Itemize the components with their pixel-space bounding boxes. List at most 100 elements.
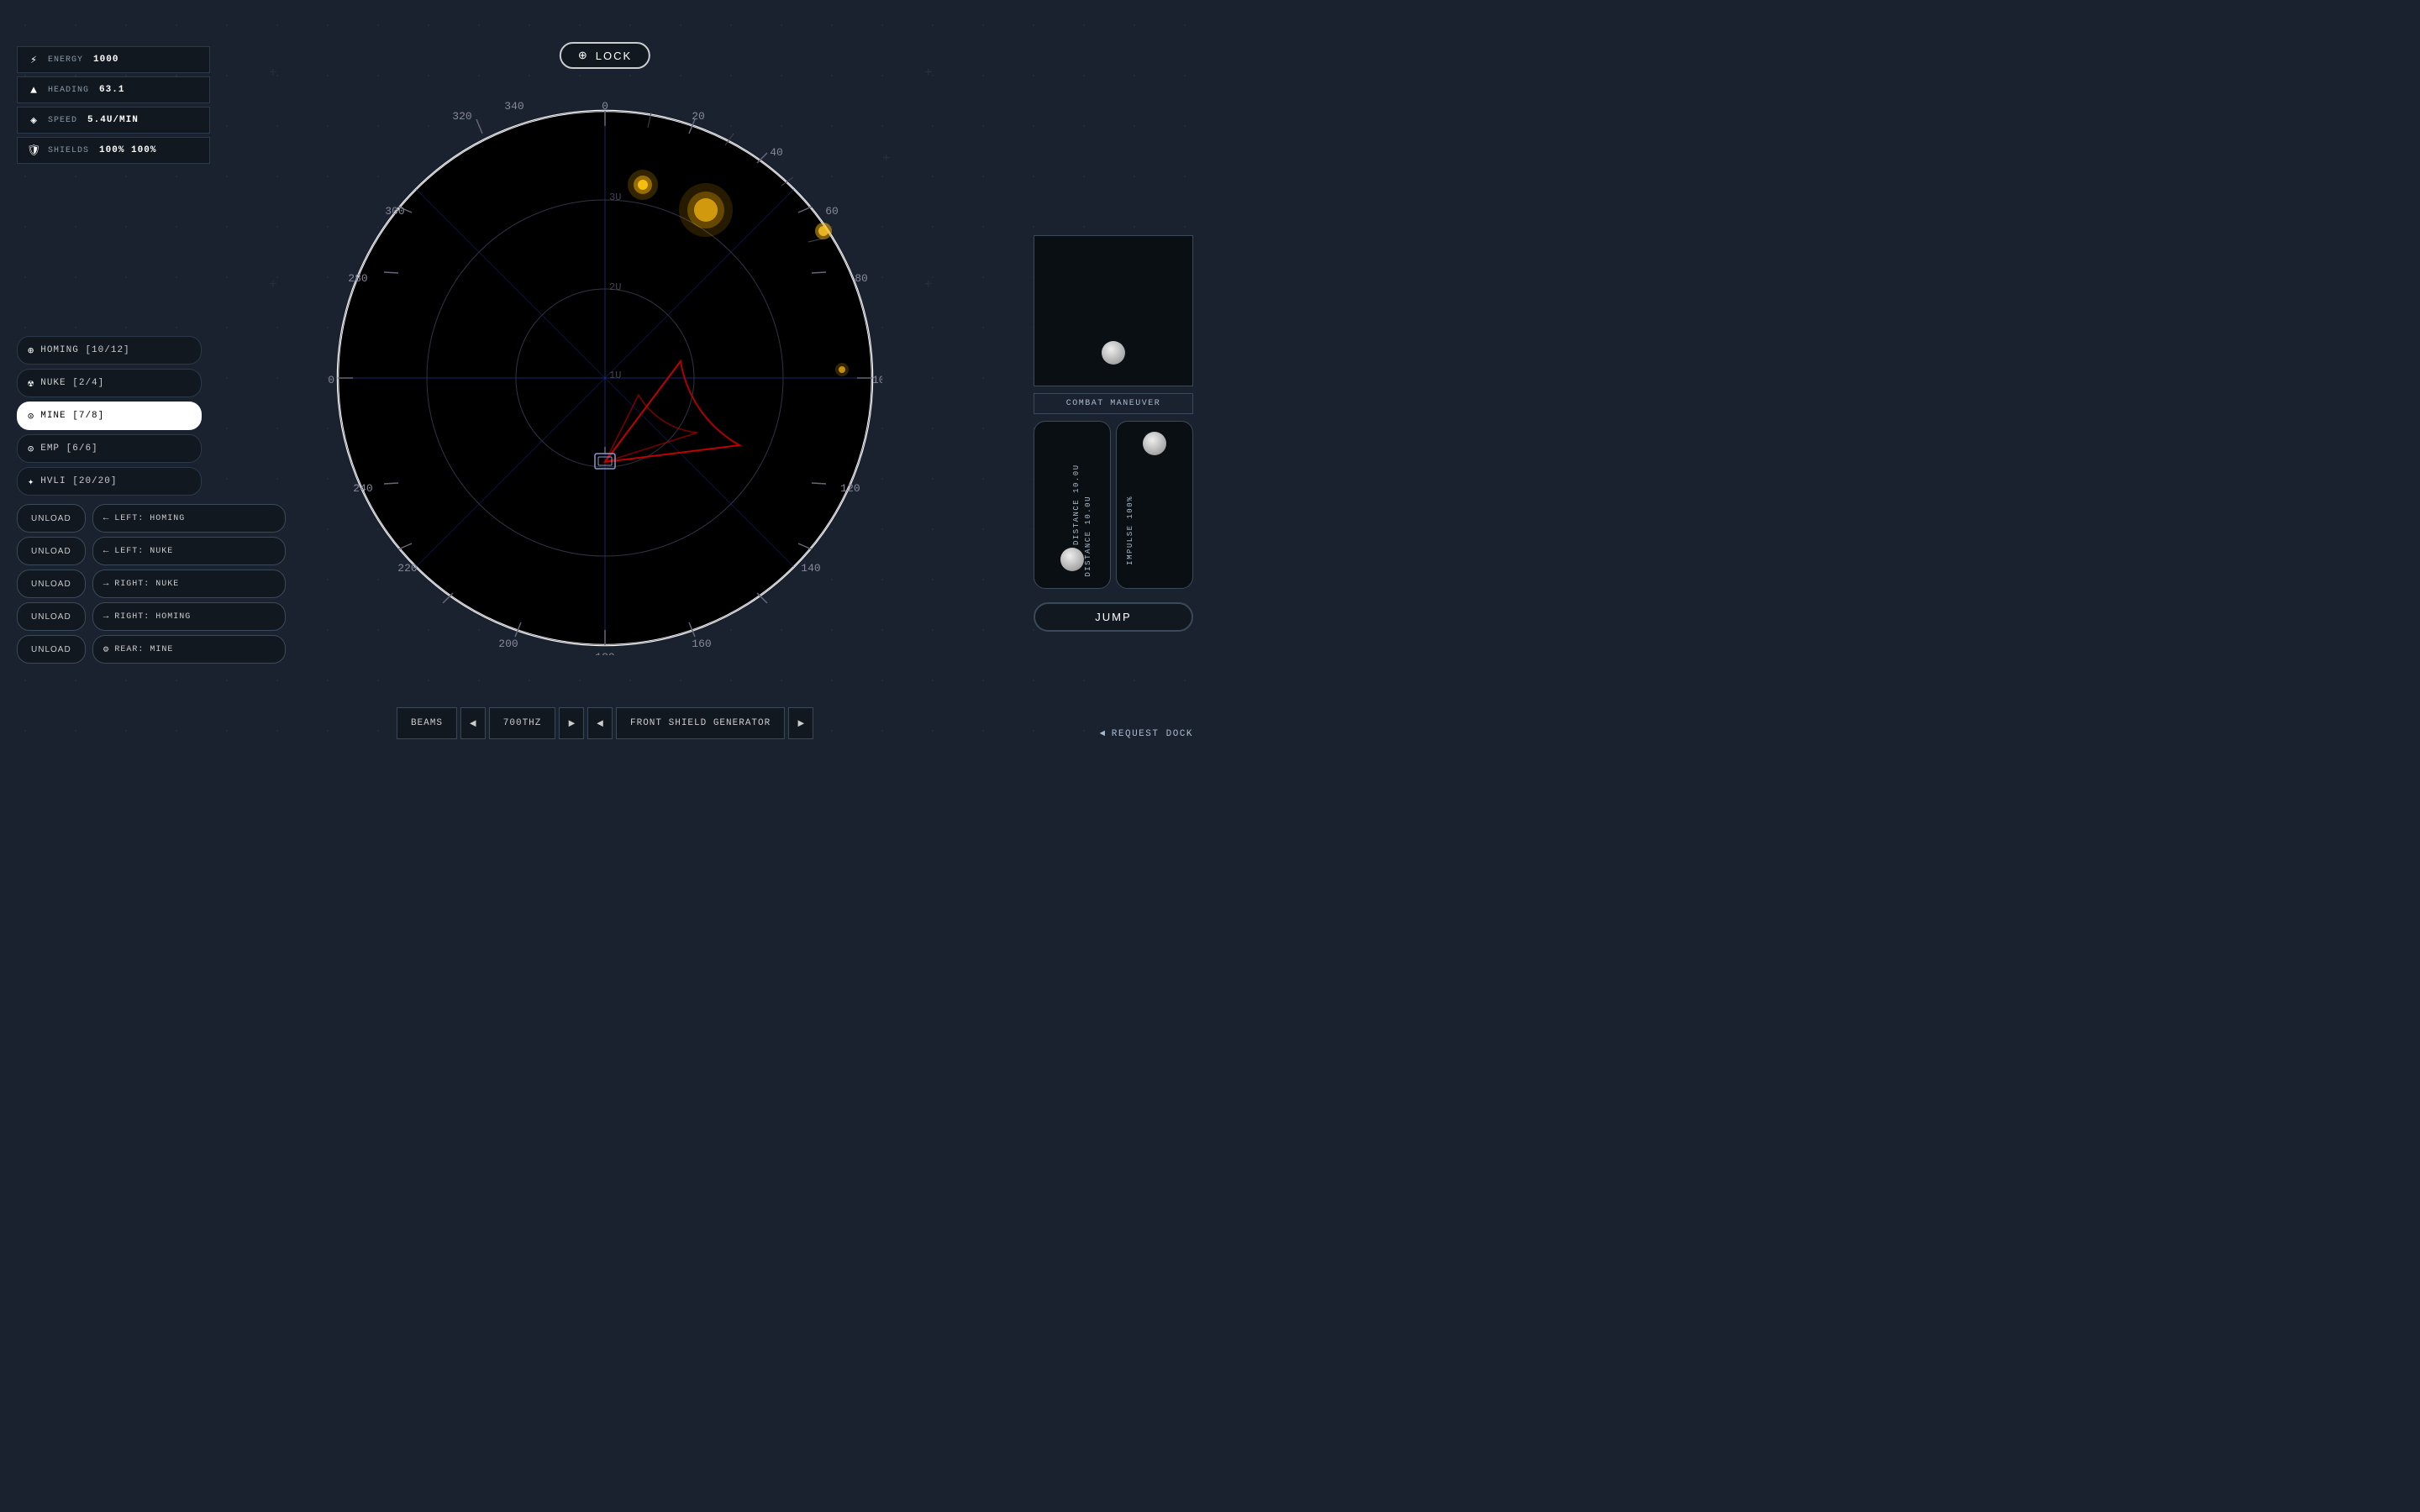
shield-right-arrow[interactable]: ► (788, 707, 813, 739)
weapon-homing[interactable]: ⊕HOMING [10/12] (17, 336, 202, 365)
jump-button[interactable]: JUMP (1034, 602, 1193, 632)
shield-left-arrow[interactable]: ◄ (587, 707, 613, 739)
unload-target-4[interactable]: ⚙ REAR: MINE (92, 635, 286, 664)
lock-button[interactable]: ⊕ LOCK (560, 42, 650, 69)
svg-text:340: 340 (504, 101, 523, 113)
svg-text:240: 240 (353, 482, 372, 495)
lock-icon: ⊕ (578, 49, 589, 62)
svg-text:160: 160 (692, 638, 711, 650)
target-label-2: RIGHT: NUKE (114, 580, 179, 589)
unload-btn-2[interactable]: UNLOAD (17, 570, 86, 598)
unload-row-4: UNLOAD ⚙ REAR: MINE (17, 635, 286, 664)
energy-row: ⚡ ENERGY 1000 (17, 46, 210, 73)
beams-label: BEAMS (397, 707, 457, 739)
bottom-bar: BEAMS ◄ 700THZ ► ◄ FRONT SHIELD GENERATO… (397, 707, 813, 739)
shields-icon: 🛡 (26, 144, 41, 157)
svg-text:260: 260 (328, 374, 334, 386)
energy-value: 1000 (93, 55, 118, 65)
weapon-icon-hvli: ✦ (28, 475, 34, 488)
right-panel: COMBAT MANEUVER DISTANCE 10.0U JUMP (1034, 235, 1193, 632)
impulse-thumb[interactable] (1143, 432, 1166, 455)
speed-value: 5.4U/MIN (87, 115, 139, 125)
arrow-icon-1: ← (103, 546, 110, 556)
unload-btn-1[interactable]: UNLOAD (17, 537, 86, 565)
arrow-icon-2: → (103, 579, 110, 589)
svg-text:140: 140 (801, 562, 820, 575)
weapon-icon-emp: ⊙ (28, 443, 34, 455)
svg-text:3U: 3U (609, 192, 621, 203)
svg-text:280: 280 (348, 272, 367, 285)
weapon-nuke[interactable]: ☢ NUKE [2/4] (17, 369, 202, 397)
unload-row-1: UNLOAD ← LEFT: NUKE (17, 537, 286, 565)
distance-label-text: DISTANCE 10.0U (1084, 496, 1092, 577)
target-label-0: LEFT: HOMING (114, 514, 185, 523)
heading-icon: ▲ (26, 84, 41, 97)
distance-slider[interactable]: DISTANCE 10.0U (1034, 421, 1111, 589)
svg-text:320: 320 (452, 110, 471, 123)
unload-panel: UNLOAD ← LEFT: HOMING UNLOAD ← LEFT: NUK… (17, 504, 286, 664)
heading-value: 63.1 (99, 85, 124, 95)
speed-row: ◈ SPEED 5.4U/MIN (17, 107, 210, 134)
combat-display (1034, 235, 1193, 386)
shield-label: FRONT SHIELD GENERATOR (616, 707, 785, 739)
svg-text:120: 120 (840, 482, 860, 495)
target-label-1: LEFT: NUKE (114, 547, 173, 556)
impulse-label-text: IMPULSE 100% (1126, 496, 1134, 565)
heading-label: HEADING (48, 86, 89, 95)
arrow-icon-3: → (103, 612, 110, 622)
svg-text:20: 20 (692, 110, 705, 123)
heading-row: ▲ HEADING 63.1 (17, 76, 210, 103)
unload-btn-0[interactable]: UNLOAD (17, 504, 86, 533)
weapon-mine[interactable]: ⊙ MINE [7/8] (17, 402, 202, 430)
weapon-label-emp: EMP [6/6] (40, 444, 97, 454)
weapon-hvli[interactable]: ✦HVLI [20/20] (17, 467, 202, 496)
svg-text:200: 200 (498, 638, 518, 650)
stats-panel: ⚡ ENERGY 1000 ▲ HEADING 63.1 ◈ SPEED 5.4… (17, 46, 210, 164)
beams-right-arrow[interactable]: ► (559, 707, 584, 739)
svg-text:40: 40 (770, 146, 783, 159)
combat-maneuver-label: COMBAT MANEUVER (1034, 393, 1193, 414)
svg-text:220: 220 (397, 562, 417, 575)
unload-row-0: UNLOAD ← LEFT: HOMING (17, 504, 286, 533)
unload-target-0[interactable]: ← LEFT: HOMING (92, 504, 286, 533)
svg-text:60: 60 (825, 205, 839, 218)
energy-icon: ⚡ (26, 54, 41, 66)
svg-text:80: 80 (855, 272, 868, 285)
unload-target-1[interactable]: ← LEFT: NUKE (92, 537, 286, 565)
energy-label: ENERGY (48, 55, 83, 65)
weapon-icon-mine: ⊙ (28, 410, 34, 423)
arrow-icon-4: ⚙ (103, 643, 110, 655)
weapon-icon-nuke: ☢ (28, 377, 34, 390)
unload-btn-4[interactable]: UNLOAD (17, 635, 86, 664)
radar-container: 0 20 40 60 80 100 120 140 160 180 200 22… (328, 101, 882, 655)
weapon-icon-homing: ⊕ (28, 344, 34, 357)
speed-icon: ◈ (26, 114, 41, 127)
speed-label: SPEED (48, 116, 77, 125)
svg-text:1U: 1U (609, 370, 621, 381)
svg-text:0: 0 (602, 101, 608, 113)
unload-btn-3[interactable]: UNLOAD (17, 602, 86, 631)
shields-label: SHIELDS (48, 146, 89, 155)
sliders-container: DISTANCE 10.0U (1034, 421, 1193, 589)
unload-row-3: UNLOAD → RIGHT: HOMING (17, 602, 286, 631)
request-dock-label: REQUEST DOCK (1112, 729, 1193, 739)
request-dock-button[interactable]: ◄ REQUEST DOCK (1100, 729, 1193, 739)
target-label-3: RIGHT: HOMING (114, 612, 191, 622)
shields-row: 🛡 SHIELDS 100% 100% (17, 137, 210, 164)
unload-target-3[interactable]: → RIGHT: HOMING (92, 602, 286, 631)
request-dock-icon: ◄ (1100, 729, 1107, 739)
svg-text:2U: 2U (609, 281, 621, 293)
weapon-emp[interactable]: ⊙ EMP [6/6] (17, 434, 202, 463)
weapons-panel: ⊕HOMING [10/12] ☢ NUKE [2/4] ⊙ MINE [7/8] ⊙ EM… (17, 336, 202, 496)
unload-target-2[interactable]: → RIGHT: NUKE (92, 570, 286, 598)
beams-left-arrow[interactable]: ◄ (460, 707, 486, 739)
weapon-label-nuke: NUKE [2/4] (40, 378, 104, 388)
freq-label: 700THZ (489, 707, 556, 739)
unload-row-2: UNLOAD → RIGHT: NUKE (17, 570, 286, 598)
shields-value: 100% 100% (99, 145, 156, 155)
target-label-4: REAR: MINE (114, 645, 173, 654)
radar-svg: 0 20 40 60 80 100 120 140 160 180 200 22… (328, 101, 882, 655)
lock-label: LOCK (596, 50, 632, 62)
weapon-label-mine: MINE [7/8] (40, 411, 104, 421)
combat-ball (1102, 341, 1125, 365)
